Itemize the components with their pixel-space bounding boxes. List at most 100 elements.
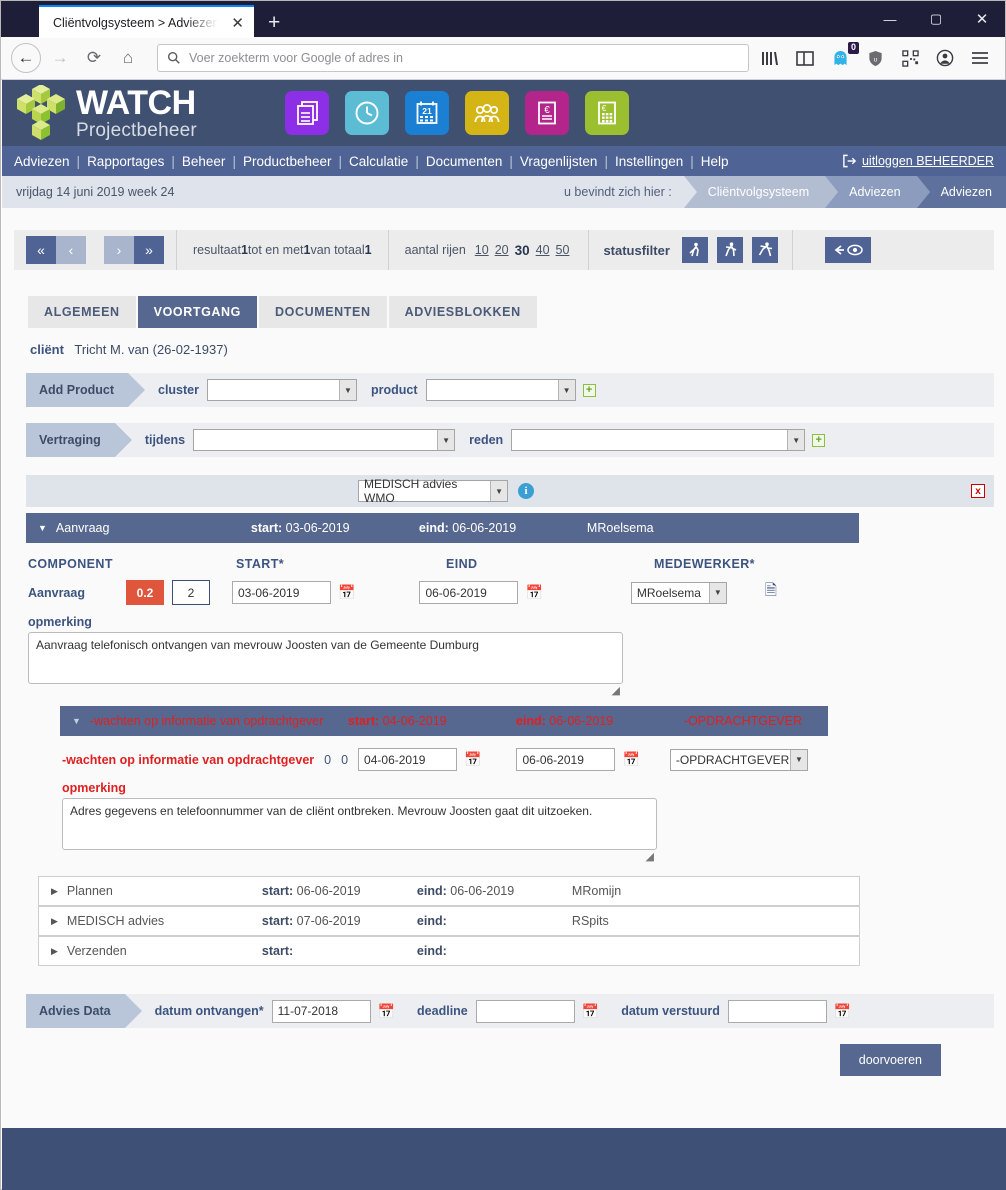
library-icon[interactable]: [759, 47, 781, 69]
breadcrumb-item-adviezen[interactable]: Adviezen: [825, 176, 931, 208]
logout-button[interactable]: uitloggen BEHEERDER: [842, 154, 994, 168]
calendar-picker-icon[interactable]: 📅: [464, 751, 481, 768]
start-date-input[interactable]: 03-06-2019: [232, 581, 331, 604]
calendar-picker-icon[interactable]: 📅: [378, 1003, 395, 1020]
product-select[interactable]: ▼: [425, 379, 576, 401]
rows-option-50[interactable]: 50: [556, 243, 570, 257]
tab-documenten[interactable]: DOCUMENTEN: [259, 296, 387, 328]
document-icon[interactable]: 🗎: [765, 580, 777, 605]
breadcrumb-item-clientvolgsysteem[interactable]: Cliëntvolgsysteem: [683, 176, 839, 208]
wachten-eind-input[interactable]: 06-06-2019: [516, 748, 616, 771]
ghost-extension-icon[interactable]: 0: [829, 42, 859, 69]
phase-title: -wachten op informatie van opdrachtgever: [89, 714, 324, 728]
menu-item-adviezen[interactable]: Adviezen: [14, 154, 70, 169]
qr-code-icon[interactable]: [899, 47, 921, 69]
medewerker-select[interactable]: MRoelsema ▼: [630, 581, 727, 604]
shield-icon[interactable]: ʊ: [864, 47, 886, 69]
phase-eind: eind: 06-06-2019: [515, 714, 614, 728]
minimize-icon[interactable]: —: [867, 1, 913, 37]
eye-back-button[interactable]: [824, 237, 871, 263]
calendar-picker-icon[interactable]: 📅: [525, 584, 542, 601]
wachten-start-input[interactable]: 04-06-2019: [358, 748, 458, 771]
menu-icon[interactable]: [969, 47, 991, 69]
current-date-label: vrijdag 14 juni 2019 week 24: [16, 185, 175, 199]
tab-voortgang[interactable]: VOORTGANG: [137, 296, 257, 328]
eind-date-input[interactable]: 06-06-2019: [419, 581, 519, 604]
resize-grip-icon[interactable]: ◢: [612, 684, 620, 697]
menu-item-vragenlijsten[interactable]: Vragenlijsten: [520, 154, 598, 169]
prev-page-button[interactable]: ‹: [56, 236, 86, 264]
cluster-select[interactable]: ▼: [207, 379, 357, 401]
table-row[interactable]: ▶ Verzenden start: eind:: [38, 936, 860, 966]
calendar-picker-icon[interactable]: 📅: [834, 1003, 851, 1020]
menu-item-instellingen[interactable]: Instellingen: [615, 154, 683, 169]
datum-verstuurd-input[interactable]: [727, 999, 827, 1023]
calendar-picker-icon[interactable]: 📅: [622, 751, 639, 768]
days-input[interactable]: 2: [172, 580, 210, 605]
datum-ontvangen-input[interactable]: 11-07-2018: [271, 999, 371, 1023]
doorvoeren-button[interactable]: doorvoeren: [839, 1044, 941, 1076]
sprinter-icon[interactable]: [751, 237, 778, 263]
app-logo[interactable]: WATCH Projectbeheer: [12, 84, 197, 141]
resize-grip-icon[interactable]: ◢: [646, 850, 654, 863]
browser-tab[interactable]: Cliëntvolgsysteem > Adviezen > Ad ✕: [39, 5, 254, 38]
advies-type-bar: MEDISCH advies WMO ▼ i x: [26, 475, 994, 507]
opmerking-textarea[interactable]: Aanvraag telefonisch ontvangen van mevro…: [28, 632, 623, 697]
home-icon[interactable]: ⌂: [113, 43, 143, 73]
calendar-icon[interactable]: 21: [404, 91, 449, 135]
invoice-euro-icon[interactable]: €: [524, 91, 569, 135]
menu-item-productbeheer[interactable]: Productbeheer: [243, 154, 332, 169]
tijdens-select[interactable]: ▼: [193, 429, 456, 451]
menu-item-documenten[interactable]: Documenten: [426, 154, 503, 169]
people-icon[interactable]: [464, 91, 509, 135]
new-tab-button[interactable]: +: [254, 12, 292, 37]
rows-option-20[interactable]: 20: [495, 243, 509, 257]
phase-header-aanvraag[interactable]: ▼ Aanvraag start: 03-06-2019 eind: 06-06…: [26, 513, 859, 543]
table-row[interactable]: ▶ MEDISCH advies start: 07-06-2019 eind:…: [38, 906, 860, 936]
browser-window: Cliëntvolgsysteem > Adviezen > Ad ✕ + — …: [0, 0, 1006, 1190]
opdrachtgever-select[interactable]: -OPDRACHTGEVER ▼: [669, 748, 808, 771]
rows-option-30[interactable]: 30: [515, 243, 530, 258]
tab-adviesblokken[interactable]: ADVIESBLOKKEN: [388, 296, 537, 328]
last-page-button[interactable]: »: [134, 236, 164, 264]
rows-option-40[interactable]: 40: [536, 243, 550, 257]
reload-icon[interactable]: ⟳: [79, 43, 109, 73]
deadline-input[interactable]: [475, 999, 575, 1023]
url-bar[interactable]: Voer zoekterm voor Google of adres in: [157, 44, 749, 72]
documents-icon[interactable]: [284, 91, 329, 135]
clock-icon[interactable]: [344, 91, 389, 135]
calendar-picker-icon[interactable]: 📅: [338, 584, 355, 601]
info-icon[interactable]: i: [518, 483, 534, 499]
add-vertraging-button[interactable]: +: [812, 433, 826, 447]
rows-option-10[interactable]: 10: [475, 243, 489, 257]
table-row[interactable]: ▶ Plannen start: 06-06-2019 eind: 06-06-…: [38, 876, 860, 906]
maximize-icon[interactable]: ▢: [913, 1, 959, 37]
account-icon[interactable]: [934, 47, 956, 69]
sidebar-icon[interactable]: [794, 47, 816, 69]
close-icon[interactable]: ✕: [223, 14, 244, 32]
reden-select[interactable]: ▼: [511, 429, 806, 451]
forward-icon[interactable]: →: [45, 43, 75, 73]
menu-item-rapportages[interactable]: Rapportages: [87, 154, 164, 169]
walker-icon[interactable]: [681, 237, 708, 263]
advies-type-select[interactable]: MEDISCH advies WMO ▼: [358, 477, 508, 505]
calendar-picker-icon[interactable]: 📅: [582, 1003, 599, 1020]
calculator-euro-icon[interactable]: €: [584, 91, 629, 135]
tab-algemeen[interactable]: ALGEMEEN: [28, 296, 136, 328]
wachten-opmerking-textarea[interactable]: Adres gegevens en telefoonnummer van de …: [62, 798, 657, 863]
window-close-icon[interactable]: ✕: [959, 1, 1005, 37]
back-icon[interactable]: ←: [11, 43, 41, 73]
phase-header-wachten[interactable]: ▼ -wachten op informatie van opdrachtgev…: [60, 706, 828, 736]
runner-icon[interactable]: [716, 237, 743, 263]
menu-item-help[interactable]: Help: [701, 154, 729, 169]
add-product-button[interactable]: +: [582, 383, 596, 397]
menu-item-calculatie[interactable]: Calculatie: [349, 154, 408, 169]
phase-start: start: 03-06-2019: [250, 521, 350, 535]
first-page-button[interactable]: «: [26, 236, 56, 264]
row-eind: eind:: [416, 944, 447, 958]
menu-item-beheer[interactable]: Beheer: [182, 154, 226, 169]
quick-icon-bar: 21 € €: [284, 91, 629, 135]
breadcrumb-item-adviezen-current[interactable]: Adviezen: [916, 176, 1006, 208]
next-page-button[interactable]: ›: [104, 236, 134, 264]
delete-advies-button[interactable]: x: [971, 484, 985, 498]
